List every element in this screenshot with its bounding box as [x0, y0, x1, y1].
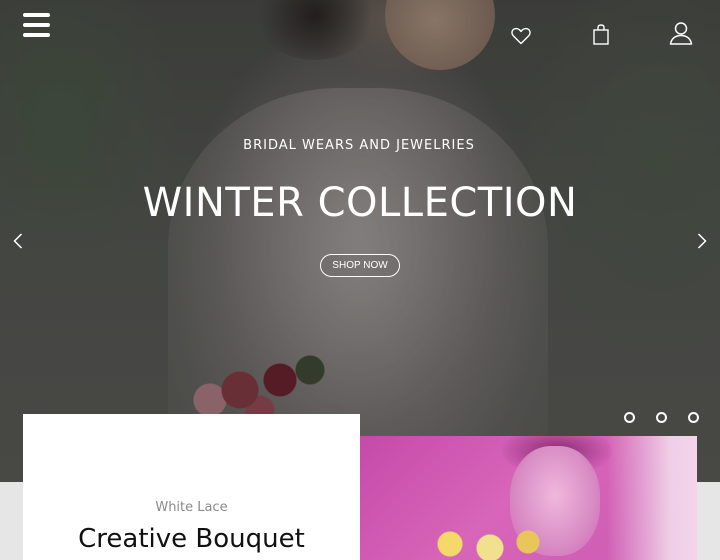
menu-icon-bar: [22, 23, 50, 27]
hero-kicker: BRIDAL WEARS AND JEWELRIES: [243, 138, 475, 153]
slider-dots: [624, 412, 699, 423]
featured-image[interactable]: [360, 436, 697, 560]
shop-now-button[interactable]: SHOP NOW: [320, 254, 400, 277]
hero-banner: BRIDAL WEARS AND JEWELRIES WINTER COLLEC…: [0, 0, 720, 482]
hero-overlay: [0, 0, 720, 482]
menu-icon[interactable]: [22, 13, 50, 37]
chevron-left-icon[interactable]: [10, 231, 26, 251]
menu-icon-bar: [22, 33, 50, 37]
chevron-right-icon[interactable]: [694, 231, 710, 251]
featured-image-veil: [607, 436, 697, 560]
featured-title: Creative Bouquet: [78, 524, 305, 554]
slider-dot[interactable]: [624, 412, 635, 423]
menu-icon-bar: [22, 13, 50, 17]
slider-dot[interactable]: [656, 412, 667, 423]
featured-subtitle: White Lace: [155, 500, 228, 515]
hero-headline: WINTER COLLECTION: [142, 180, 578, 226]
featured-card[interactable]: White Lace Creative Bouquet: [23, 414, 360, 560]
slider-dot[interactable]: [688, 412, 699, 423]
shopping-bag-icon[interactable]: [590, 22, 612, 48]
featured-image-flowers: [420, 522, 560, 560]
user-icon[interactable]: [668, 20, 694, 46]
heart-icon[interactable]: [509, 24, 533, 48]
